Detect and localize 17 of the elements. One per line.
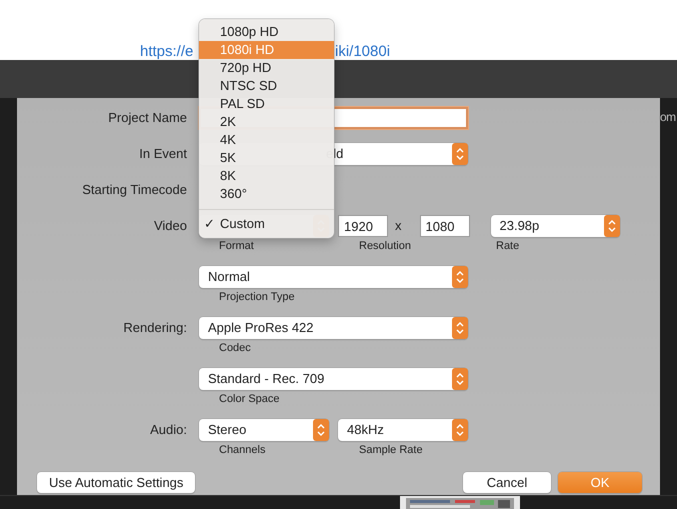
field-label: Project Name <box>107 110 188 125</box>
caption: Channels <box>219 444 266 456</box>
caption: Projection Type <box>219 291 295 303</box>
caption: Resolution <box>359 240 411 252</box>
checkmark-icon: ✓ <box>204 215 215 233</box>
caption: Color Space <box>219 393 280 405</box>
field-label: Audio: <box>149 422 188 437</box>
times-sign: x <box>395 218 402 233</box>
field-label: Video <box>152 218 188 233</box>
field-label: In Event <box>138 146 188 161</box>
caption: Format <box>219 240 254 252</box>
caption: Rate <box>496 240 520 252</box>
field-label: Starting Timecode <box>81 182 188 197</box>
caption: Sample Rate <box>359 444 423 456</box>
tab-label: om <box>660 110 676 124</box>
field-label: Rendering: <box>122 320 188 335</box>
caption: Codec <box>219 342 251 354</box>
